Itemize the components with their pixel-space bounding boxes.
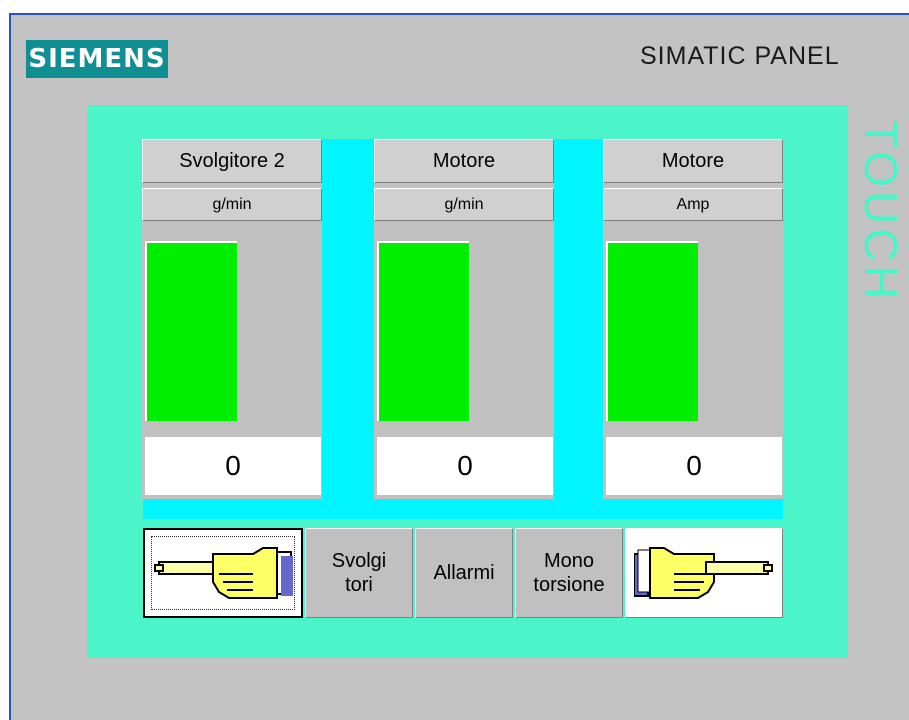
- gauge-title: Motore: [374, 139, 554, 183]
- siemens-logo: SIEMENS: [26, 40, 168, 78]
- gauge-column-motore-gmin: Motore g/min 0: [374, 139, 554, 499]
- svolgitori-button[interactable]: Svolgi tori: [305, 528, 413, 618]
- gauge-unit: g/min: [374, 188, 554, 221]
- gauge-title: Svolgitore 2: [142, 139, 322, 183]
- gauge-column-motore-amp: Motore Amp 0: [603, 139, 783, 499]
- focus-indicator: [151, 536, 295, 610]
- next-screen-button[interactable]: [625, 528, 783, 618]
- gauge-title: Motore: [603, 139, 783, 183]
- pointing-hand-right-icon: [634, 547, 773, 599]
- gauge-bar: [145, 241, 237, 421]
- svolgitori-label-line1: Svolgi: [331, 550, 387, 572]
- mono-label-line2: torsione: [533, 574, 605, 596]
- gauge-unit: g/min: [142, 188, 322, 221]
- mono-label-line1: Mono: [543, 550, 595, 572]
- gauge-value: 0: [606, 437, 782, 495]
- panel-title: SIMATIC PANEL: [640, 42, 840, 70]
- allarmi-label: Allarmi: [433, 561, 495, 584]
- gauge-bar-fill: [379, 243, 469, 421]
- gauge-unit: Amp: [603, 188, 783, 221]
- mono-torsione-button[interactable]: Mono torsione: [515, 528, 623, 618]
- svolgitori-label-line2: tori: [345, 574, 373, 596]
- gauge-bar: [606, 241, 698, 421]
- touch-label: TOUCH: [855, 120, 907, 303]
- gauge-bar-fill: [147, 243, 237, 421]
- gauge-column-svolgitore-2: Svolgitore 2 g/min 0: [142, 139, 322, 499]
- gauge-value: 0: [145, 437, 321, 495]
- previous-screen-button[interactable]: [143, 528, 303, 618]
- gauge-value: 0: [377, 437, 553, 495]
- gauge-bar: [377, 241, 469, 421]
- allarmi-button[interactable]: Allarmi: [415, 528, 513, 618]
- gauge-bar-fill: [608, 243, 698, 421]
